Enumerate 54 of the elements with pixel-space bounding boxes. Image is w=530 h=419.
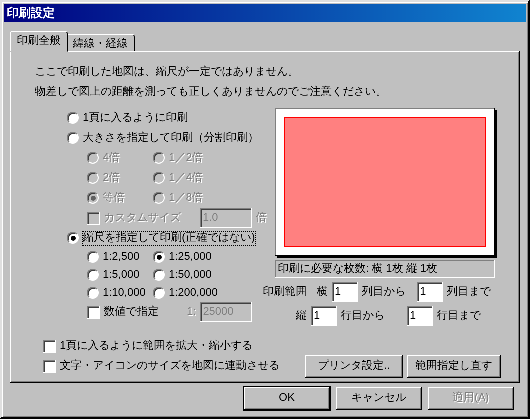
radio-label: 1:10,000 — [103, 286, 146, 300]
sheet-count: 印刷に必要な枚数: 横 1枚 縦 1枚 — [275, 260, 495, 278]
radio-label: 1:2,500 — [103, 250, 140, 264]
radio-label: 大きさを指定して印刷（分割印刷） — [83, 132, 259, 144]
checkbox[interactable] — [43, 340, 56, 352]
radio-label: 1:5,000 — [103, 268, 140, 282]
panel-button[interactable]: 範囲指定し直す — [407, 355, 501, 378]
from-label: 列目から — [362, 286, 407, 298]
axis-label: 縦 — [296, 310, 307, 322]
radio-label: 1／8倍 — [169, 192, 204, 204]
dialog-button[interactable]: キャンセル — [336, 387, 422, 410]
radio-button[interactable] — [67, 112, 79, 124]
radio-button[interactable] — [87, 269, 99, 281]
radio-label: 等倍 — [103, 192, 125, 204]
radio-label: 4倍 — [103, 152, 120, 164]
radio-button[interactable] — [153, 251, 165, 263]
radio-label: 1:200,000 — [169, 286, 218, 300]
to-label: 行目まで — [437, 310, 482, 322]
to-field[interactable]: 1 — [407, 306, 433, 326]
checkbox[interactable] — [87, 306, 100, 318]
radio-label: 縮尺を指定して印刷(正確ではない) — [83, 232, 256, 244]
radio-button[interactable] — [153, 287, 165, 299]
window-title: 印刷設定 — [4, 4, 526, 22]
to-label: 列目まで — [447, 286, 492, 298]
notice-text: 物差しで図上の距離を測っても正しくありませんのでご注意ください。 — [35, 84, 388, 100]
radio-label: 1頁に入るように印刷 — [83, 112, 188, 124]
radio-button[interactable] — [153, 269, 165, 281]
checkbox-label: 数値で指定 — [104, 306, 159, 318]
radio-button[interactable] — [87, 287, 99, 299]
radio-label: 1／2倍 — [169, 152, 204, 164]
notice-text: ここで印刷した地図は、縮尺が一定ではありません。 — [35, 64, 300, 80]
axis-label: 横 — [317, 286, 328, 298]
unit-label: 倍 — [256, 212, 267, 224]
radio-label: 2倍 — [103, 172, 120, 184]
radio-label: 1／4倍 — [169, 172, 204, 184]
checkbox[interactable] — [43, 360, 56, 372]
dialog-button[interactable]: OK — [244, 387, 330, 410]
radio-button[interactable] — [67, 232, 79, 244]
tab[interactable]: 緯線・経線 — [66, 34, 135, 52]
radio-button[interactable] — [67, 132, 79, 144]
radio-button[interactable] — [87, 251, 99, 263]
checkbox-label: 1頁に入るように範囲を拡大・縮小する — [60, 340, 254, 352]
from-field[interactable]: 1 — [332, 282, 358, 302]
radio-label: 1:50,000 — [169, 268, 212, 282]
range-label: 印刷範囲 — [263, 286, 307, 298]
checkbox-label: 文字・アイコンのサイズを地図に連動させる — [60, 360, 280, 372]
to-field[interactable]: 1 — [417, 282, 444, 302]
panel-button[interactable]: プリンタ設定.. — [305, 355, 403, 378]
from-label: 行目から — [341, 310, 386, 322]
tab[interactable]: 印刷全般 — [10, 31, 68, 52]
scale-prefix: 1: — [187, 306, 196, 318]
checkbox-label: カスタムサイズ — [104, 212, 181, 224]
radio-label: 1:25,000 — [169, 250, 212, 264]
from-field[interactable]: 1 — [311, 306, 337, 326]
